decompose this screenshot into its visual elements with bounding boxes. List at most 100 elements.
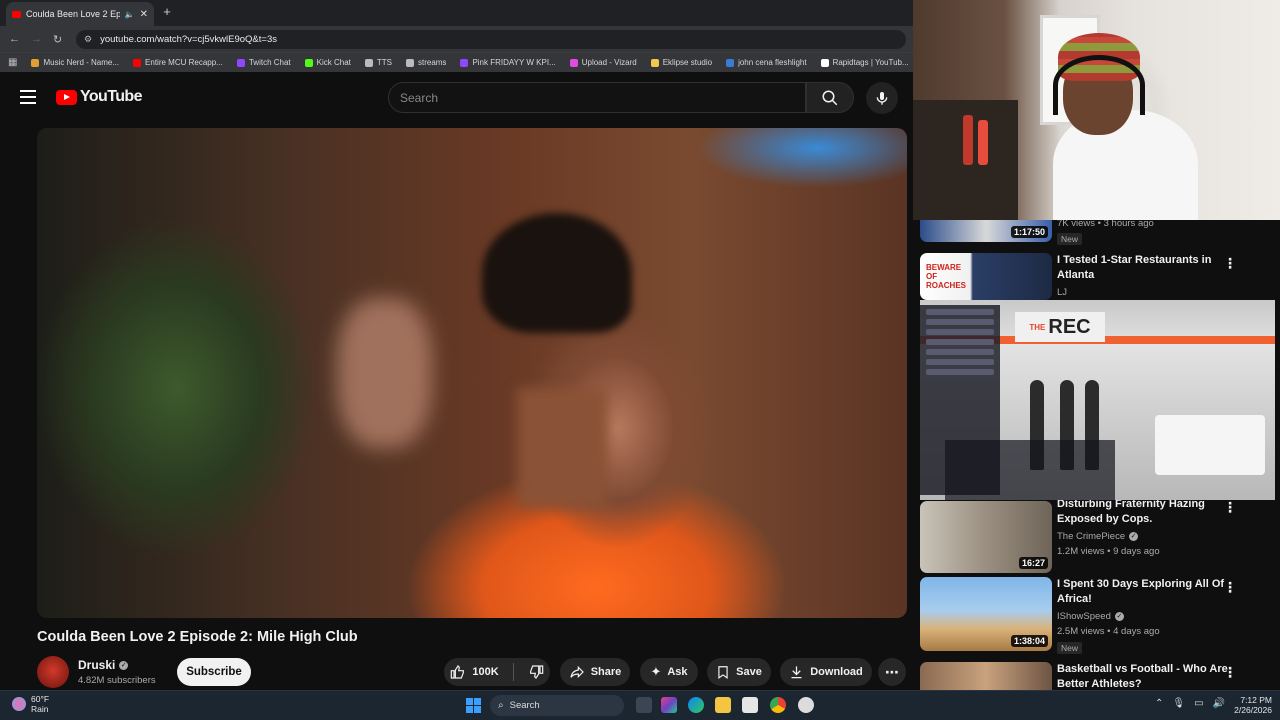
channel-name[interactable]: Druski: [78, 658, 115, 672]
taskbar-search[interactable]: ⌕ Search: [490, 695, 624, 716]
browser-tab[interactable]: Coulda Been Love 2 Episod 🔈 ✕: [6, 2, 154, 26]
bookmark-item[interactable]: Upload - Vizard: [569, 58, 637, 67]
search-icon: ⌕: [498, 700, 504, 711]
hamburger-menu-icon[interactable]: [20, 90, 36, 104]
bookmark-favicon-icon: [236, 58, 245, 67]
recommendation-meta: 2.5M views • 4 days ago: [1057, 626, 1160, 637]
speaker-icon[interactable]: 🔈: [125, 10, 135, 19]
tab-title: Coulda Been Love 2 Episod: [26, 9, 120, 19]
rec-sign-prefix: THE: [1029, 322, 1046, 332]
url-omnibox[interactable]: ⚙ youtube.com/watch?v=cj5vkwlE9oQ&t=3s: [76, 30, 906, 49]
recommendation-title[interactable]: Disturbing Fraternity Hazing Exposed by …: [1057, 497, 1229, 527]
network-icon[interactable]: ▭: [1194, 698, 1203, 709]
bookmark-label: Entire MCU Recapp...: [145, 58, 223, 67]
taskbar-clock[interactable]: 7:12 PM 2/26/2026: [1232, 695, 1272, 715]
weather-widget[interactable]: 60°F Rain: [12, 694, 49, 714]
recommendation-title[interactable]: I Tested 1-Star Restaurants in Atlanta: [1057, 253, 1229, 283]
recommendation-channel-row[interactable]: The CrimePiece ✓: [1057, 531, 1139, 542]
video-frame-hair: [482, 213, 632, 333]
search-input[interactable]: Search: [388, 82, 806, 113]
youtube-logo[interactable]: YouTube: [56, 88, 142, 106]
bookmark-favicon-icon: [726, 58, 735, 67]
bookmark-label: Eklipse studio: [662, 58, 713, 67]
thumbs-up-icon[interactable]: [450, 664, 466, 680]
volume-icon[interactable]: 🔊: [1213, 698, 1225, 709]
task-view-icon[interactable]: [636, 697, 652, 713]
recommendation-thumbnail[interactable]: [920, 662, 1052, 690]
microsoft-store-icon[interactable]: [742, 697, 758, 713]
more-options-icon[interactable]: ⋮: [1223, 256, 1237, 270]
thumbnail-text: BEWARE OF ROACHES: [926, 263, 967, 290]
new-badge: New: [1057, 642, 1083, 654]
copilot-icon[interactable]: [661, 697, 677, 713]
chevron-up-icon[interactable]: ⌃: [1155, 698, 1163, 709]
microphone-icon: [876, 92, 888, 105]
bookmark-item[interactable]: john cena fleshlight: [726, 58, 807, 67]
share-label: Share: [590, 666, 622, 678]
new-badge: New: [1057, 233, 1083, 245]
webcam-overlay: [913, 0, 1280, 220]
back-arrow-icon[interactable]: ←: [9, 33, 20, 45]
recommendation-channel[interactable]: LJ: [1057, 287, 1067, 298]
save-label: Save: [736, 666, 762, 678]
clock-date: 2/26/2026: [1234, 705, 1272, 715]
subscribe-button[interactable]: Subscribe: [177, 658, 251, 686]
more-options-icon[interactable]: ⋮: [1223, 580, 1237, 594]
like-count[interactable]: 100K: [472, 666, 498, 678]
close-tab-icon[interactable]: ✕: [140, 9, 148, 20]
bookmark-favicon-icon: [133, 58, 142, 67]
windows-start-icon[interactable]: [466, 698, 481, 713]
site-info-icon[interactable]: ⚙: [84, 34, 92, 45]
bookmark-item[interactable]: streams: [405, 58, 446, 67]
bookmark-label: Upload - Vizard: [581, 58, 637, 67]
edge-browser-icon[interactable]: [688, 697, 704, 713]
recommendation-channel[interactable]: The CrimePiece: [1057, 531, 1125, 542]
bookmark-favicon-icon: [304, 58, 313, 67]
clock-time: 7:12 PM: [1240, 695, 1272, 705]
bookmark-item[interactable]: Music Nerd - Name...: [31, 58, 119, 67]
more-actions-button[interactable]: ⋯: [878, 658, 906, 686]
save-button[interactable]: Save: [707, 658, 771, 686]
bookmark-item[interactable]: Pink FRIDAYY W KPI...: [460, 58, 556, 67]
sparkle-icon: ✦: [650, 664, 662, 679]
microphone-icon[interactable]: 🎙: [1172, 698, 1185, 709]
recommendation-channel[interactable]: IShowSpeed: [1057, 611, 1111, 622]
download-button[interactable]: Download: [780, 658, 872, 686]
forward-arrow-icon[interactable]: →: [31, 33, 42, 45]
bookmark-item[interactable]: TTS: [364, 58, 392, 67]
app-icon[interactable]: [798, 697, 814, 713]
recommendation-thumbnail[interactable]: 16:27: [920, 501, 1052, 573]
webcam-bottle: [963, 115, 973, 165]
bookmarks-bar: ▦ Music Nerd - Name... Entire MCU Recapp.…: [0, 52, 913, 72]
thumbs-down-icon[interactable]: [528, 664, 544, 680]
recommendation-channel-row[interactable]: IShowSpeed ✓: [1057, 611, 1124, 622]
bookmark-item[interactable]: Eklipse studio: [650, 58, 713, 67]
voice-search-button[interactable]: [866, 82, 898, 114]
bookmark-item[interactable]: Rapidtags | YouTub...: [820, 58, 909, 67]
share-arrow-icon: [570, 665, 584, 679]
bookmark-favicon-icon: [569, 58, 578, 67]
channel-avatar[interactable]: [37, 656, 69, 688]
bookmark-item[interactable]: Twitch Chat: [236, 58, 291, 67]
bookmark-label: Pink FRIDAYY W KPI...: [472, 58, 556, 67]
bookmark-item[interactable]: Entire MCU Recapp...: [133, 58, 223, 67]
recommendation-thumbnail[interactable]: 1:17:50: [920, 220, 1052, 242]
ask-button[interactable]: ✦ Ask: [640, 658, 698, 686]
share-button[interactable]: Share: [560, 658, 630, 686]
video-player[interactable]: [37, 128, 907, 618]
reload-icon[interactable]: ↻: [53, 33, 62, 46]
new-tab-button[interactable]: +: [160, 5, 174, 19]
recommendation-title[interactable]: Basketball vs Football - Who Are Better …: [1057, 662, 1229, 690]
more-options-icon[interactable]: ⋮: [1223, 665, 1237, 679]
recommendation-thumbnail[interactable]: BEWARE OF ROACHES: [920, 253, 1052, 300]
recommendation-title[interactable]: I Spent 30 Days Exploring All Of Africa!: [1057, 577, 1229, 607]
more-options-icon[interactable]: ⋮: [1223, 500, 1237, 514]
channel-name-row[interactable]: Druski ✓: [78, 658, 129, 672]
chrome-icon[interactable]: [770, 697, 786, 713]
recommendation-thumbnail[interactable]: 1:38:04: [920, 577, 1052, 651]
search-button[interactable]: [806, 82, 854, 113]
file-explorer-icon[interactable]: [715, 697, 731, 713]
verified-icon: ✓: [119, 660, 129, 670]
bookmark-item[interactable]: Kick Chat: [304, 58, 351, 67]
apps-grid-icon[interactable]: ▦: [8, 57, 17, 68]
